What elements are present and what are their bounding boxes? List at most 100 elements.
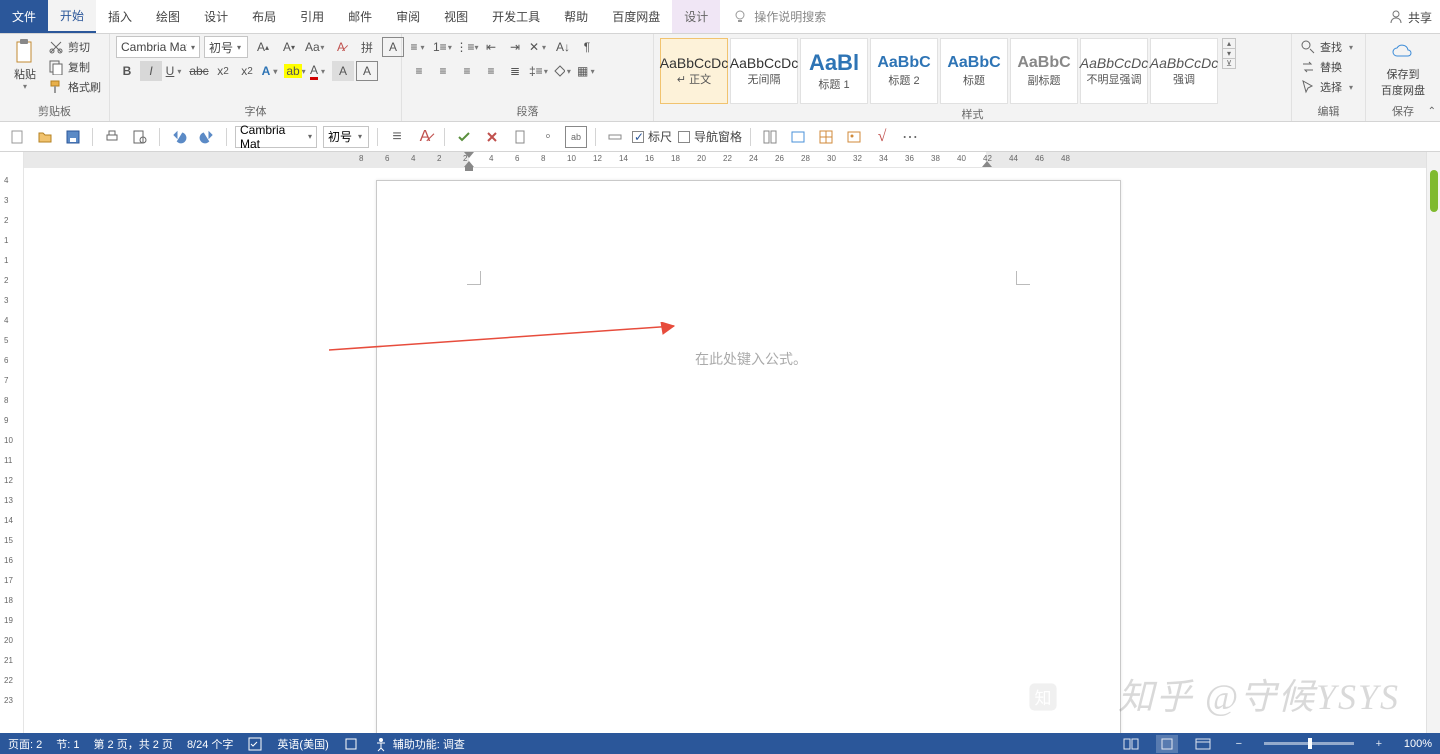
style-item-4[interactable]: AaBbC标题 [940, 38, 1008, 104]
style-item-5[interactable]: AaBbC副标题 [1010, 38, 1078, 104]
font-color-button[interactable]: A▾ [308, 61, 330, 81]
macro-icon[interactable] [343, 736, 359, 752]
change-case-button[interactable]: Aa▾ [304, 37, 326, 57]
qat-split[interactable] [759, 126, 781, 148]
bullets-button[interactable]: ≡▾ [408, 37, 430, 57]
view-web[interactable] [1192, 735, 1214, 753]
styles-scroll-down[interactable]: ▾ [1223, 49, 1235, 59]
style-item-6[interactable]: AaBbCcDc不明显强调 [1080, 38, 1148, 104]
tab-view[interactable]: 视图 [432, 0, 480, 33]
zoom-out[interactable]: − [1228, 735, 1250, 753]
find-button[interactable]: 查找▾ [1298, 38, 1358, 56]
tab-draw[interactable]: 绘图 [144, 0, 192, 33]
qat-insert-pic[interactable] [843, 126, 865, 148]
distribute-button[interactable]: ≣ [504, 61, 526, 81]
qat-size-combo[interactable]: 初号▾ [323, 126, 369, 148]
style-item-2[interactable]: AaBl标题 1 [800, 38, 868, 104]
select-button[interactable]: 选择▾ [1298, 78, 1358, 96]
underline-button[interactable]: U▾ [164, 61, 186, 81]
save-baidu-button[interactable]: 保存到 百度网盘 [1377, 38, 1429, 100]
bold-button[interactable]: B [116, 61, 138, 81]
tab-file[interactable]: 文件 [0, 0, 48, 33]
tab-review[interactable]: 审阅 [384, 0, 432, 33]
zoom-slider[interactable] [1264, 742, 1354, 745]
document-page[interactable]: 在此处键入公式。 [376, 180, 1121, 733]
sort-button[interactable]: A↓ [552, 37, 574, 57]
format-painter-button[interactable]: 格式刷 [48, 78, 101, 96]
qat-insert-table[interactable] [815, 126, 837, 148]
horizontal-ruler[interactable]: 8642246810121416182022242628303234363840… [24, 152, 1440, 168]
qat-textbox[interactable]: ab [565, 126, 587, 148]
line-spacing-button[interactable]: ‡≡▾ [528, 61, 550, 81]
copy-button[interactable]: 复制 [48, 58, 101, 76]
numbering-button[interactable]: 1≡▾ [432, 37, 454, 57]
asian-layout-button[interactable]: ✕▾ [528, 37, 550, 57]
clear-format-button[interactable]: A̷ [330, 37, 352, 57]
qat-font-combo[interactable]: Cambria Mat▾ [235, 126, 317, 148]
scroll-thumb[interactable] [1430, 170, 1438, 212]
status-words[interactable]: 8/24 个字 [187, 736, 233, 752]
qat-more[interactable]: ⋯ [899, 126, 921, 148]
cut-button[interactable]: 剪切 [48, 38, 101, 56]
outdent-button[interactable]: ⇤ [480, 37, 502, 57]
left-indent[interactable] [465, 167, 473, 171]
borders-button[interactable]: ▦▾ [576, 61, 598, 81]
qat-accept[interactable] [453, 126, 475, 148]
replace-button[interactable]: 替换 [1298, 58, 1358, 76]
qat-open[interactable] [34, 126, 56, 148]
subscript-button[interactable]: x2 [212, 61, 234, 81]
tab-design[interactable]: 设计 [192, 0, 240, 33]
qat-new[interactable] [6, 126, 28, 148]
status-a11y[interactable]: 辅助功能: 调查 [373, 736, 465, 752]
align-right-button[interactable]: ≡ [456, 61, 478, 81]
view-print[interactable] [1156, 735, 1178, 753]
spellcheck-icon[interactable] [247, 736, 263, 752]
qat-browse-prev[interactable]: ◦ [537, 126, 559, 148]
qat-ruler-check[interactable]: ✓标尺 [632, 128, 672, 145]
phonetic-guide-button[interactable]: 拼 [356, 37, 378, 57]
align-center-button[interactable]: ≡ [432, 61, 454, 81]
qat-page-setup[interactable] [604, 126, 626, 148]
qat-preview[interactable] [129, 126, 151, 148]
style-item-1[interactable]: AaBbCcDc无间隔 [730, 38, 798, 104]
qat-clearfmt[interactable]: A̷ [414, 126, 436, 148]
italic-button[interactable]: I [140, 61, 162, 81]
tab-mailings[interactable]: 邮件 [336, 0, 384, 33]
tab-insert[interactable]: 插入 [96, 0, 144, 33]
qat-equation[interactable]: √ [871, 126, 893, 148]
qat-print[interactable] [101, 126, 123, 148]
show-marks-button[interactable]: ¶ [576, 37, 598, 57]
shrink-font-button[interactable]: A▾ [278, 37, 300, 57]
paste-button[interactable]: 粘贴 ▾ [6, 38, 44, 93]
shading-button[interactable]: ▾ [552, 61, 574, 81]
zoom-value[interactable]: 100% [1404, 738, 1432, 750]
document-area[interactable]: 8642246810121416182022242628303234363840… [24, 152, 1440, 733]
vertical-scrollbar[interactable] [1426, 152, 1440, 733]
tab-home[interactable]: 开始 [48, 0, 96, 33]
tab-help[interactable]: 帮助 [552, 0, 600, 33]
qat-align[interactable]: ≡ [386, 126, 408, 148]
highlight-button[interactable]: ab▾ [284, 61, 306, 81]
enclose-char-button[interactable]: A [382, 37, 404, 57]
superscript-button[interactable]: x2 [236, 61, 258, 81]
justify-button[interactable]: ≡ [480, 61, 502, 81]
font-size-combo[interactable]: 初号▾ [204, 36, 248, 58]
multilevel-button[interactable]: ⋮≡▾ [456, 37, 478, 57]
font-name-combo[interactable]: Cambria Math▾ [116, 36, 200, 58]
tab-developer[interactable]: 开发工具 [480, 0, 552, 33]
share-button[interactable]: 共享 [1388, 0, 1432, 34]
zoom-in[interactable]: + [1368, 735, 1390, 753]
tell-me-search[interactable]: 操作说明搜索 [732, 0, 826, 33]
tab-equation-design[interactable]: 设计 [672, 0, 720, 33]
equation-placeholder[interactable]: 在此处键入公式。 [695, 349, 807, 369]
view-read[interactable] [1120, 735, 1142, 753]
char-border-button[interactable]: A [356, 61, 378, 81]
indent-button[interactable]: ⇥ [504, 37, 526, 57]
qat-undo[interactable] [168, 126, 190, 148]
qat-window[interactable] [787, 126, 809, 148]
grow-font-button[interactable]: A▴ [252, 37, 274, 57]
align-left-button[interactable]: ≡ [408, 61, 430, 81]
tab-references[interactable]: 引用 [288, 0, 336, 33]
qat-doc[interactable] [509, 126, 531, 148]
strike-button[interactable]: abc [188, 61, 210, 81]
